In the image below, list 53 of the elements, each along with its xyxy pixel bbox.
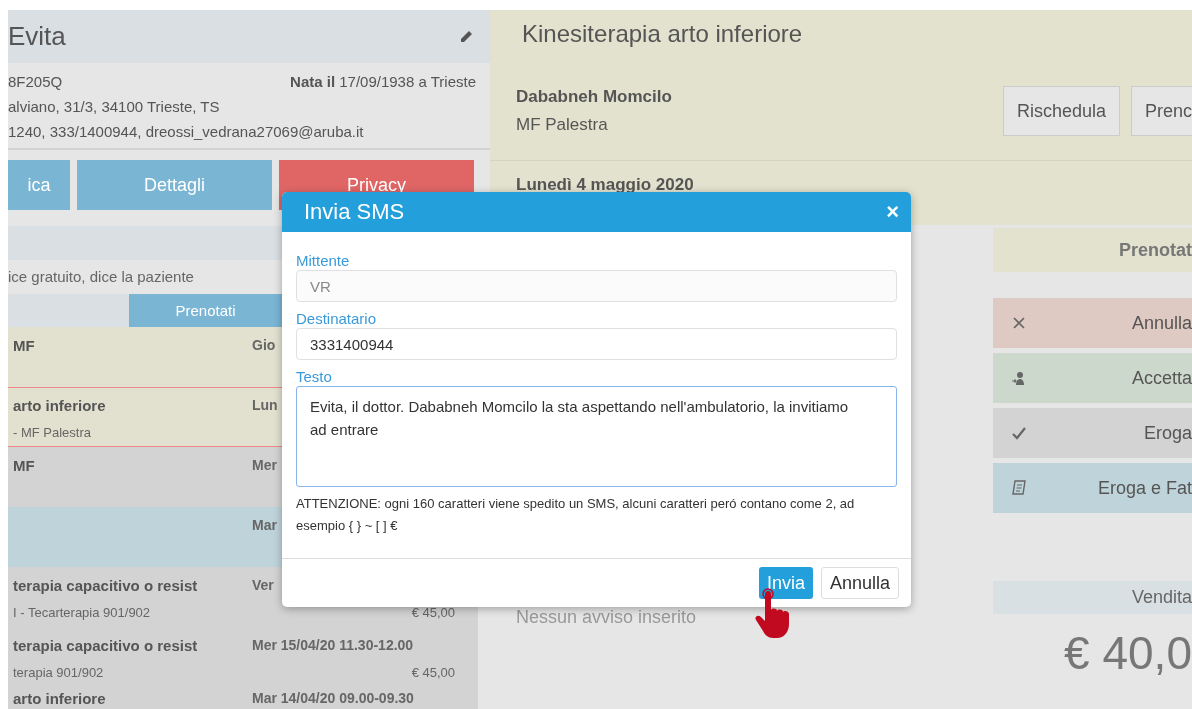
input-field[interactable]: 3331400944 (296, 328, 897, 360)
appointment-time: Mar (252, 517, 277, 533)
status-banner: Prenotat (993, 228, 1192, 272)
patient-address: alviano, 31/3, 34100 Trieste, TS (8, 97, 220, 117)
appointment-price: € 45,00 (411, 604, 455, 620)
appointment-button[interactable]: Prenc (1130, 86, 1192, 136)
appointment-date: Lunedì 4 maggio 2020 (515, 174, 695, 195)
appointment-service: terapia 901/902 (13, 664, 104, 680)
receipt-icon (1011, 480, 1027, 496)
action-button[interactable]: Accetta (993, 353, 1192, 403)
appointment-row[interactable]: arto inferiore Mar 14/04/20 09.00-09.30 (8, 687, 478, 709)
appointment-price: € 45,00 (411, 664, 455, 680)
action-button[interactable]: Eroga e Fat (993, 463, 1192, 513)
action-button[interactable]: Eroga (993, 408, 1192, 458)
appointment-service: I - Tecarterapia 901/902 (13, 604, 151, 620)
close-icon (1011, 315, 1027, 331)
pencil-icon[interactable] (458, 28, 474, 45)
appointment-time: Mar 14/04/20 09.00-09.30 (252, 690, 414, 706)
field-label: Mittente (296, 252, 351, 270)
appointment-title: MF (13, 336, 35, 354)
doctor-name: Dababneh Momcilo (516, 86, 673, 108)
appointment-heading: Kinesiterapia arto inferiore (521, 19, 804, 49)
message-field[interactable]: Evita, il dottor. Dababneh Momcilo la sta aspettando nell'ambulatorio, la invitiamo ad entrare (296, 386, 897, 487)
patient-name: Evita (8, 21, 66, 52)
action-button[interactable]: Annulla (993, 298, 1192, 348)
appointment-title: terapia capacitivo o resist (13, 576, 198, 594)
sale-amount: € 40,0 (1063, 626, 1192, 680)
patient-contacts: 1240, 333/1400944, dreossi_vedrana27069@aruba.it (8, 122, 364, 142)
appointment-button[interactable]: Rischedula (1002, 86, 1120, 136)
birth-info: Nata il 17/09/1938 a Trieste (290, 72, 476, 92)
patient-code: 8F205Q (8, 72, 63, 92)
field-label: Testo (296, 368, 333, 386)
sale-banner: Vendita (993, 581, 1192, 614)
appointment-row[interactable]: terapia capacitivo o resist Mer 15/04/20 11.30-12.00 terapia 901/902 € 45,00 (8, 627, 478, 687)
dialog-button[interactable]: Invia (758, 567, 813, 599)
appointment-time: Mer 15/04/20 11.30-12.00 (252, 637, 414, 653)
appointment-title: MF (13, 456, 35, 474)
close-button[interactable]: × (886, 199, 899, 225)
checkmark-icon (1011, 425, 1027, 441)
location-text: MF Palestra (516, 114, 609, 136)
appointment-time: Gio (252, 337, 276, 353)
appointment-time: Lun (252, 397, 278, 413)
appointment-title: arto inferiore (13, 396, 106, 414)
appointment-time: Ver (252, 577, 274, 593)
appointment-title: terapia capacitivo o resist (13, 636, 198, 654)
appointment-title: arto inferiore (13, 689, 106, 707)
patient-note: ice gratuito, dice la paziente (8, 268, 194, 285)
appointment-service: - MF Palestra (13, 424, 91, 440)
appointment-time: Mer (252, 457, 277, 473)
dialog-button[interactable]: Annulla (820, 567, 899, 599)
person-arrow-icon (1011, 370, 1027, 386)
field-label: Destinatario (296, 310, 378, 328)
notice-text: Nessun avviso inserito (516, 607, 698, 628)
